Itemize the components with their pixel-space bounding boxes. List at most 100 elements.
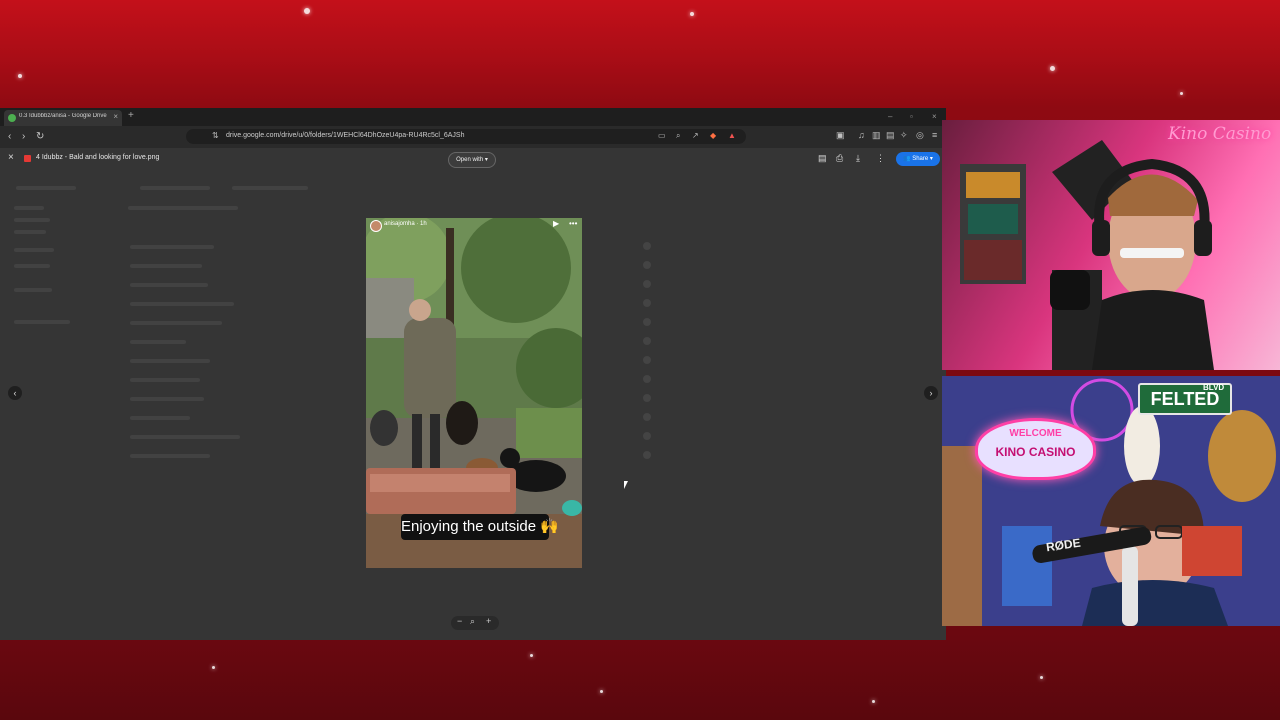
close-viewer-icon[interactable]: × xyxy=(8,152,14,163)
drive-favicon-icon xyxy=(8,114,16,122)
address-bar[interactable]: ⇅ drive.google.com/drive/u/0/folders/1WE… xyxy=(186,129,746,144)
sparkle xyxy=(530,654,533,657)
image-file-icon xyxy=(24,155,31,162)
share-label: Share xyxy=(912,156,929,162)
background-owner-avatar xyxy=(643,337,651,345)
welcome-sign-line1: WELCOME xyxy=(1009,428,1062,439)
background-drive-list xyxy=(232,186,308,190)
site-info-icon[interactable]: ⇅ xyxy=(212,131,219,140)
sparkle xyxy=(1050,66,1055,71)
background-drive-list xyxy=(130,454,210,458)
play-icon[interactable]: ▶ xyxy=(553,219,559,228)
sparkle xyxy=(872,700,875,703)
background-drive-list xyxy=(130,283,208,287)
sparkle xyxy=(690,12,694,16)
background-drive-list xyxy=(128,206,238,210)
background-drive-list xyxy=(14,248,54,252)
zoom-icon[interactable]: ⌕ xyxy=(676,131,680,141)
background-drive-list xyxy=(130,302,234,306)
comment-icon[interactable]: ▤ xyxy=(818,153,827,164)
kino-casino-logo: Kino Casino xyxy=(1168,124,1272,144)
sparkle xyxy=(212,666,215,669)
back-icon[interactable]: ‹ xyxy=(8,131,11,142)
background-owner-avatar xyxy=(643,242,651,250)
zoom-out-icon[interactable]: − xyxy=(457,616,462,626)
share-button[interactable]: 👥 Share ▾ xyxy=(896,152,940,166)
wallet-icon[interactable]: ◎ xyxy=(916,130,924,141)
maximize-icon[interactable]: ▫ xyxy=(910,112,913,121)
background-drive-list xyxy=(14,218,50,222)
story-avatar[interactable] xyxy=(370,220,382,232)
new-tab-icon[interactable]: + xyxy=(128,110,134,121)
background-owner-avatar xyxy=(643,375,651,383)
zoom-magnifier-icon: ⌕ xyxy=(470,616,476,626)
brave-shield-icon[interactable]: ◆ xyxy=(710,131,716,140)
background-drive-list xyxy=(130,264,202,268)
previous-file-icon[interactable]: ‹ xyxy=(8,386,22,400)
url-text: drive.google.com/drive/u/0/folders/1WEHC… xyxy=(226,132,465,139)
zoom-controls: − ⌕ + xyxy=(451,616,499,630)
background-drive-list xyxy=(14,230,46,234)
background-drive-list xyxy=(130,378,200,382)
sidebar-icon[interactable]: ▣ xyxy=(836,130,845,141)
welcome-sign-line2: KINO CASINO xyxy=(995,445,1076,459)
background-drive-list xyxy=(130,416,190,420)
extension-icon[interactable]: ▤ xyxy=(886,130,895,141)
puzzle-icon[interactable]: ✧ xyxy=(900,130,908,141)
next-file-icon[interactable]: › xyxy=(924,386,938,400)
navigation-bar: ‹ › ↻ ⊓ ⇅ drive.google.com/drive/u/0/fol… xyxy=(0,126,946,148)
minimize-icon[interactable]: – xyxy=(888,112,892,121)
background-drive-list xyxy=(130,397,204,401)
background-drive-list xyxy=(130,245,214,249)
story-caption: Enjoying the outside 🙌 xyxy=(401,514,559,540)
sparkle xyxy=(304,8,310,14)
reload-icon[interactable]: ↻ xyxy=(36,131,44,142)
window-close-icon[interactable]: × xyxy=(932,112,937,121)
background-drive-list xyxy=(130,340,186,344)
background-owner-avatar xyxy=(643,413,651,421)
streamer-1-feed xyxy=(960,140,1214,370)
webcam-streamer-1 xyxy=(942,120,1280,370)
viewer-header: × 4 Idubbz - Bald and looking for love.p… xyxy=(0,148,946,170)
more-options-icon[interactable]: ⋮ xyxy=(876,153,885,164)
story-more-icon[interactable]: ••• xyxy=(569,219,577,228)
sparkle xyxy=(600,690,603,693)
street-sign-suffix: BLVD xyxy=(1203,383,1225,392)
print-icon[interactable]: ⎙ xyxy=(836,153,843,164)
download-icon[interactable]: ⤓ xyxy=(856,153,860,164)
reader-icon[interactable]: ▥ xyxy=(872,130,881,141)
music-extension-icon[interactable]: ♫ xyxy=(858,130,865,140)
background-drive-list xyxy=(130,359,210,363)
story-username[interactable]: anisajomha · 1h xyxy=(384,221,427,227)
cast-icon[interactable]: ▭ xyxy=(658,131,666,140)
share-page-icon[interactable]: ↗ xyxy=(692,131,699,140)
background-drive-list xyxy=(130,435,240,439)
background-drive-list xyxy=(14,206,44,210)
story-username-text: anisajomha xyxy=(384,221,415,227)
file-name: 4 Idubbz - Bald and looking for love.png xyxy=(36,154,160,161)
sparkle xyxy=(18,74,22,78)
zoom-in-icon[interactable]: + xyxy=(486,616,491,626)
background-drive-list xyxy=(140,186,210,190)
tab-close-icon[interactable]: × xyxy=(113,112,118,121)
open-with-button[interactable]: Open with ▾ xyxy=(448,152,496,168)
background-owner-avatar xyxy=(643,280,651,288)
background-drive-list xyxy=(16,186,76,190)
browser-tab[interactable]: 0.3 Idubbbz/anisa - Google Drive × xyxy=(4,110,122,126)
tab-bar: 0.3 Idubbbz/anisa - Google Drive × + – ▫… xyxy=(0,108,946,126)
forward-icon[interactable]: › xyxy=(22,131,25,142)
background-drive-list xyxy=(14,288,52,292)
sparkle xyxy=(1040,676,1043,679)
background-owner-avatar xyxy=(643,394,651,402)
menu-icon[interactable]: ≡ xyxy=(932,130,937,140)
open-with-label: Open with xyxy=(456,157,484,163)
background-owner-avatar xyxy=(643,299,651,307)
background-owner-avatar xyxy=(643,432,651,440)
background-drive-list xyxy=(130,321,222,325)
sparkle xyxy=(1180,92,1183,95)
story-time: 1h xyxy=(420,221,427,227)
mouse-cursor xyxy=(624,481,632,489)
tab-title: 0.3 Idubbbz/anisa - Google Drive xyxy=(19,113,107,119)
background-drive-list xyxy=(14,320,70,324)
rewards-icon[interactable]: ▲ xyxy=(728,131,736,140)
